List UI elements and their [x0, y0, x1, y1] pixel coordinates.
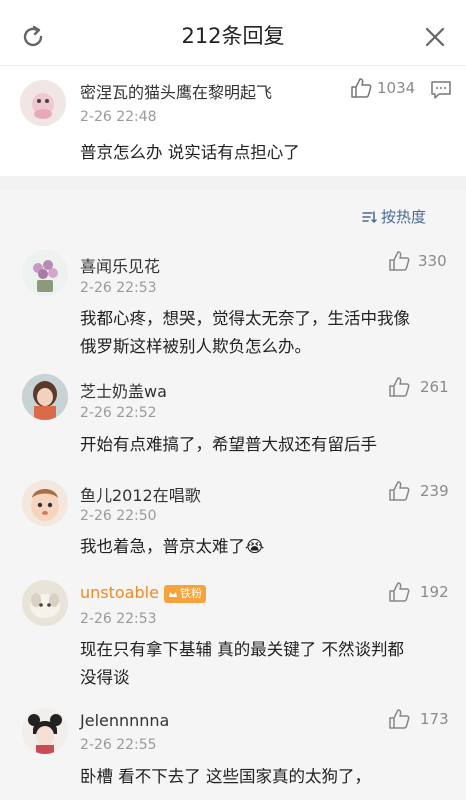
- root-comment: 密涅瓦的猫头鹰在黎明起飞 2-26 22:48 1034 普京怎么办 说实话有点…: [0, 66, 466, 176]
- reply-text-line: 现在只有拿下基辅 真的最关键了 不然谈判都: [80, 640, 404, 659]
- avatar[interactable]: [22, 480, 68, 526]
- close-icon[interactable]: [424, 26, 446, 48]
- like-icon[interactable]: [388, 376, 410, 398]
- sort-icon: [362, 210, 377, 223]
- like-count: 261: [420, 378, 449, 396]
- author-name[interactable]: unstoable: [80, 583, 159, 602]
- like-count: 173: [420, 710, 449, 728]
- avatar[interactable]: [22, 250, 68, 296]
- sort-button[interactable]: 按热度: [361, 206, 426, 227]
- author-name[interactable]: Jelennnnna: [80, 711, 169, 730]
- reply-text-line: 我都心疼，想哭，觉得太无奈了，生活中我像: [80, 309, 410, 328]
- like-count: 330: [418, 252, 447, 270]
- like-count: 239: [420, 482, 449, 500]
- reply-text-line: 卧槽 看不下去了 这些国家真的太狗了，: [80, 767, 371, 786]
- comment-text: 普京怎么办 说实话有点担心了: [80, 143, 300, 162]
- page-title: 212条回复: [181, 24, 285, 48]
- sort-label: 按热度: [380, 208, 426, 226]
- avatar[interactable]: [20, 80, 66, 126]
- crown-icon: [169, 592, 177, 597]
- fan-badge: 铁粉: [164, 585, 206, 603]
- reply-text-line: 开始有点难搞了，希望普大叔还有留后手: [80, 435, 377, 454]
- author-name[interactable]: 鱼儿2012在唱歌: [80, 482, 201, 506]
- author-name[interactable]: 芝士奶盖wa: [80, 378, 167, 402]
- reply-list: 按热度 喜闻乐见花 2-26 22:53 330 我都心疼，想哭，觉得太无奈了，…: [0, 190, 466, 800]
- like-icon[interactable]: [350, 77, 372, 99]
- timestamp: 2-26 22:55: [80, 737, 157, 753]
- reply-header: 212条回复: [0, 0, 466, 66]
- timestamp: 2-26 22:52: [80, 405, 157, 421]
- comment-icon[interactable]: [430, 79, 452, 101]
- avatar[interactable]: [22, 580, 68, 626]
- author-name[interactable]: 喜闻乐见花: [80, 253, 160, 277]
- like-icon[interactable]: [388, 250, 410, 272]
- avatar[interactable]: [22, 708, 68, 754]
- like-count: 192: [420, 583, 449, 601]
- like-count: 1034: [377, 79, 416, 97]
- reply-text-line: 没得谈: [80, 668, 130, 687]
- reply-text-line: 俄罗斯这样被别人欺负怎么办。: [80, 337, 311, 356]
- reply-text-line: 我也着急，普京太难了😭: [80, 537, 265, 556]
- timestamp: 2-26 22:53: [80, 611, 157, 627]
- timestamp: 2-26 22:50: [80, 508, 157, 524]
- like-icon[interactable]: [388, 708, 410, 730]
- author-name[interactable]: 密涅瓦的猫头鹰在黎明起飞: [80, 79, 272, 103]
- like-icon[interactable]: [388, 581, 410, 603]
- timestamp: 2-26 22:48: [80, 109, 157, 125]
- timestamp: 2-26 22:53: [80, 280, 157, 296]
- section-divider: [0, 176, 466, 190]
- fan-badge-label: 铁粉: [180, 587, 202, 600]
- avatar[interactable]: [22, 374, 68, 420]
- like-icon[interactable]: [388, 480, 410, 502]
